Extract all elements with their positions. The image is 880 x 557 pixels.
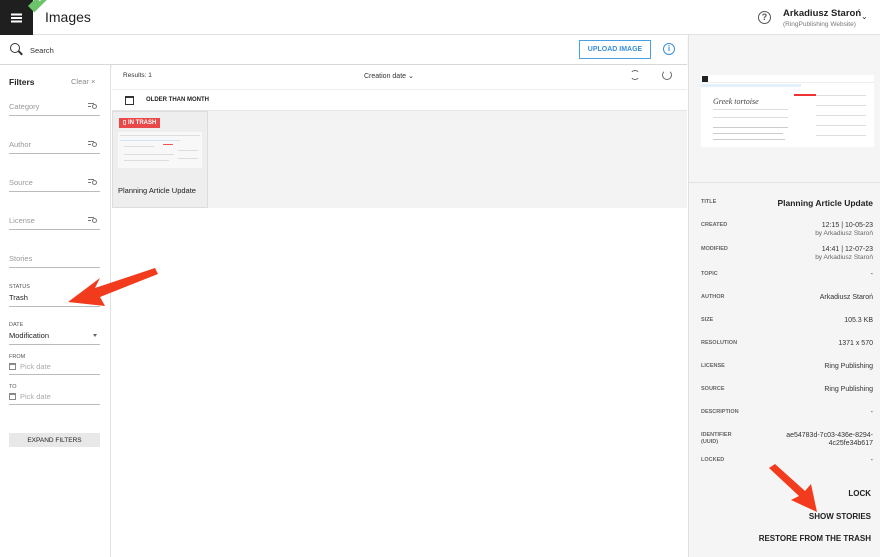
- detail-key: RESOLUTION: [701, 340, 738, 346]
- detail-value: Planning Article Update: [777, 198, 873, 208]
- search-bar: UPLOAD IMAGE i: [0, 35, 687, 65]
- detail-by: by Arkadiusz Staroń: [815, 230, 873, 237]
- detail-value: Arkadiusz Staroń: [819, 294, 873, 301]
- results-panel: Results: 1 Creation date ⌄ OLDER THAN MO…: [112, 65, 687, 557]
- filters-title: Filters: [9, 77, 35, 87]
- filter-search-icon: [88, 101, 98, 111]
- filter-search-icon: [88, 215, 98, 225]
- detail-key: TOPIC: [701, 271, 718, 277]
- filter-search-icon: [88, 139, 98, 149]
- detail-key: LICENSE: [701, 363, 725, 369]
- from-date-input[interactable]: Pick date: [9, 362, 100, 375]
- detail-key: MODIFIED: [701, 246, 728, 252]
- hamburger-icon: [11, 16, 22, 19]
- divider: [689, 182, 880, 183]
- sort-label: Creation date: [364, 73, 407, 80]
- preview-heading: Greek tortoise: [713, 97, 759, 106]
- detail-value: 1371 x 570: [838, 340, 873, 347]
- calendar-icon: [9, 393, 16, 400]
- to-label: TO: [9, 384, 17, 390]
- date-value: Modification: [9, 331, 50, 340]
- status-label: STATUS: [9, 284, 30, 290]
- image-card-title: Planning Article Update: [118, 186, 196, 195]
- detail-key: SOURCE: [701, 386, 725, 392]
- uuid-part-2: 4c25fe34b617: [828, 440, 873, 447]
- user-organization: (RingPublishing Website): [783, 21, 856, 28]
- group-label: OLDER THAN MONTH: [146, 97, 209, 103]
- expand-filters-button[interactable]: EXPAND FILTERS: [9, 433, 100, 447]
- image-thumbnail: [118, 132, 202, 168]
- in-trash-badge: ▯ IN TRASH: [119, 118, 161, 128]
- image-grid: ▯ IN TRASH Planning Article Update: [112, 111, 687, 208]
- search-icon: [10, 43, 20, 53]
- lock-button[interactable]: LOCK: [848, 489, 871, 498]
- category-filter[interactable]: Category: [9, 100, 100, 116]
- refresh-icon[interactable]: [662, 70, 672, 80]
- search-input[interactable]: [30, 43, 430, 57]
- upload-image-button[interactable]: UPLOAD IMAGE: [579, 40, 651, 59]
- status-value: Trash: [9, 293, 28, 302]
- uuid-key: (UUID): [701, 439, 719, 445]
- source-placeholder: Source: [9, 178, 33, 187]
- trash-icon: ▯: [123, 120, 127, 126]
- help-icon[interactable]: ?: [758, 11, 771, 24]
- user-name: Arkadiusz Staroń: [783, 8, 862, 19]
- detail-value: 12:15 | 10-05-23: [821, 222, 873, 229]
- clear-label: Clear: [71, 77, 89, 86]
- image-preview: Greek tortoise: [701, 75, 874, 147]
- annotation-arrow-status: [68, 268, 158, 306]
- from-label: FROM: [9, 354, 26, 360]
- date-label: DATE: [9, 322, 24, 328]
- image-card[interactable]: ▯ IN TRASH Planning Article Update: [112, 111, 208, 208]
- detail-value: Ring Publishing: [824, 386, 873, 393]
- user-menu[interactable]: Arkadiusz Staroń (RingPublishing Website…: [783, 8, 861, 28]
- detail-key: SIZE: [701, 317, 714, 323]
- results-count: Results: 1: [123, 72, 152, 79]
- sync-icon[interactable]: [630, 70, 640, 80]
- restore-from-trash-button[interactable]: RESTORE FROM THE TRASH: [759, 534, 871, 543]
- identifier-key: IDENTIFIER: [701, 432, 732, 438]
- detail-key: CREATED: [701, 222, 728, 228]
- detail-key: AUTHOR: [701, 294, 725, 300]
- detail-by: by Arkadiusz Staroń: [815, 254, 873, 261]
- badge-label: IN TRASH: [127, 120, 157, 126]
- detail-value: -: [870, 409, 873, 416]
- chevron-down-icon[interactable]: ⌄: [861, 12, 868, 21]
- info-icon[interactable]: i: [663, 43, 675, 55]
- calendar-icon: [125, 96, 134, 105]
- from-placeholder: Pick date: [20, 362, 51, 371]
- close-icon: ×: [91, 77, 96, 86]
- detail-value: -: [870, 271, 873, 278]
- to-placeholder: Pick date: [20, 392, 51, 401]
- detail-key: LOCKED: [701, 457, 725, 463]
- author-placeholder: Author: [9, 140, 32, 149]
- dropdown-caret-icon: [93, 334, 97, 337]
- stories-placeholder: Stories: [9, 254, 33, 263]
- clear-filters-button[interactable]: Clear ×: [71, 77, 95, 86]
- category-placeholder: Category: [9, 102, 40, 111]
- detail-value: ae54783d-7c03-436e-8294- 4c25fe34b617: [786, 432, 873, 448]
- chevron-down-icon: ⌄: [407, 73, 414, 80]
- detail-value: 14:41 | 12-07-23: [821, 246, 873, 253]
- filter-search-icon: [88, 177, 98, 187]
- calendar-icon: [9, 363, 16, 370]
- detail-key: IDENTIFIER (UUID): [701, 432, 732, 446]
- uuid-part-1: ae54783d-7c03-436e-8294-: [786, 432, 873, 439]
- source-filter[interactable]: Source: [9, 176, 100, 192]
- detail-value: 105.3 KB: [844, 317, 873, 324]
- license-filter[interactable]: License: [9, 214, 100, 230]
- date-select[interactable]: Modification: [9, 331, 100, 345]
- to-date-input[interactable]: Pick date: [9, 392, 100, 405]
- detail-key: DESCRIPTION: [701, 409, 739, 415]
- group-header: OLDER THAN MONTH: [112, 89, 687, 111]
- top-bar: BETA Images ? Arkadiusz Staroń (RingPubl…: [0, 0, 880, 35]
- detail-key: TITLE: [701, 199, 717, 205]
- detail-value: -: [870, 457, 873, 464]
- app-title: Images: [45, 9, 91, 25]
- annotation-arrow-show-stories: [769, 464, 817, 512]
- detail-value: Ring Publishing: [824, 363, 873, 370]
- author-filter[interactable]: Author: [9, 138, 100, 154]
- license-placeholder: License: [9, 216, 35, 225]
- sort-dropdown[interactable]: Creation date ⌄: [364, 72, 414, 80]
